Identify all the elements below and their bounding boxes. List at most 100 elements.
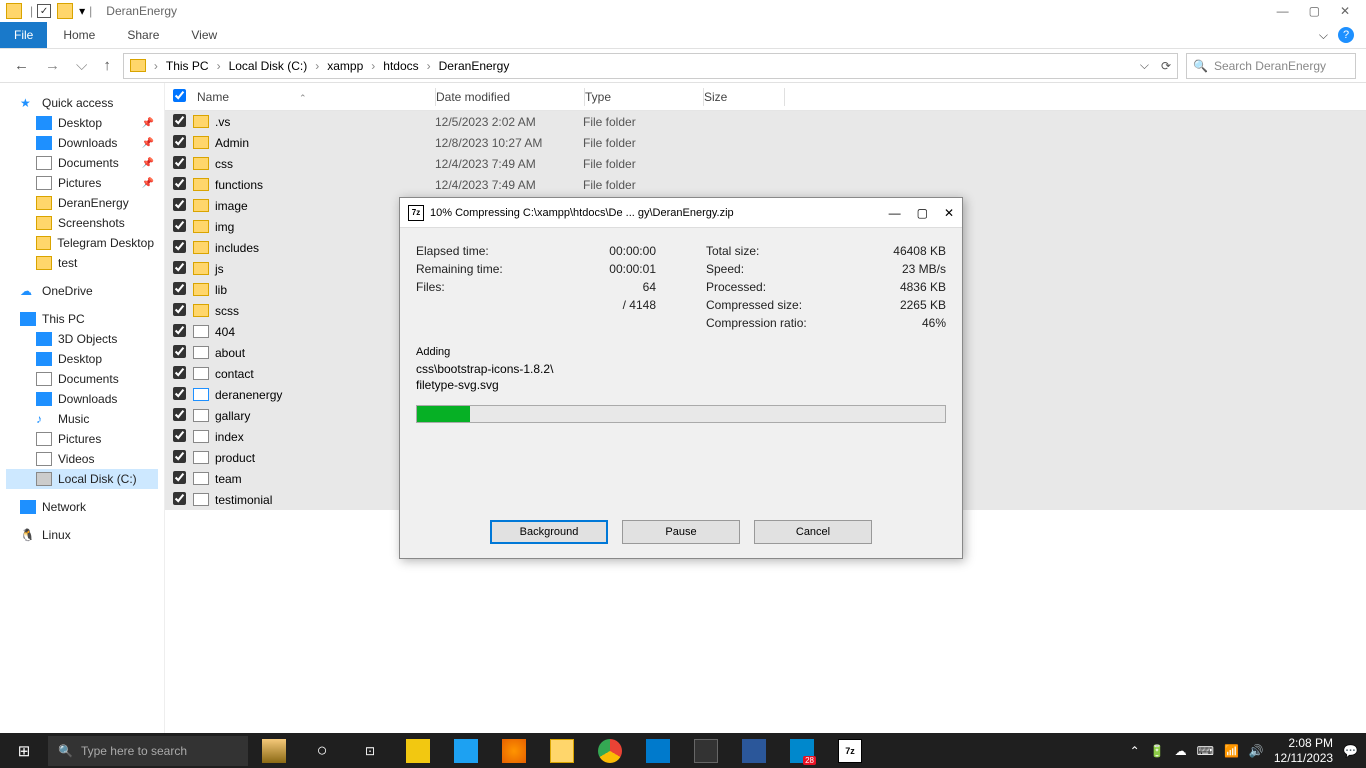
- dialog-maximize-button[interactable]: ▢: [917, 206, 928, 220]
- sidebar-item-desktop[interactable]: Desktop📌: [6, 113, 158, 133]
- crumb-item[interactable]: Local Disk (C:): [229, 59, 308, 73]
- taskbar-app[interactable]: [250, 733, 298, 768]
- taskbar-app-photos[interactable]: [682, 733, 730, 768]
- select-all-checkbox[interactable]: [173, 89, 186, 102]
- start-button[interactable]: ⊞: [0, 742, 48, 760]
- sidebar-item-downloads[interactable]: Downloads📌: [6, 133, 158, 153]
- row-checkbox[interactable]: [173, 450, 186, 463]
- search-input[interactable]: 🔍 Search DeranEnergy: [1186, 53, 1356, 79]
- taskbar-app-chrome[interactable]: [586, 733, 634, 768]
- sidebar-item-3dobjects[interactable]: 3D Objects: [6, 329, 158, 349]
- file-row[interactable]: css12/4/2023 7:49 AMFile folder: [165, 153, 1366, 174]
- maximize-button[interactable]: ▢: [1309, 4, 1320, 18]
- pause-button[interactable]: Pause: [622, 520, 740, 544]
- dialog-titlebar[interactable]: 7z 10% Compressing C:\xampp\htdocs\De ..…: [400, 198, 962, 228]
- sidebar-item-downloads2[interactable]: Downloads: [6, 389, 158, 409]
- tray-volume-icon[interactable]: 🔊: [1249, 744, 1264, 758]
- row-checkbox[interactable]: [173, 387, 186, 400]
- row-checkbox[interactable]: [173, 177, 186, 190]
- row-checkbox[interactable]: [173, 345, 186, 358]
- taskbar-app-twitter[interactable]: [442, 733, 490, 768]
- tab-view[interactable]: View: [175, 23, 233, 47]
- taskbar-app-telegram[interactable]: 28: [778, 733, 826, 768]
- file-row[interactable]: functions12/4/2023 7:49 AMFile folder: [165, 174, 1366, 195]
- crumb-item[interactable]: xampp: [327, 59, 363, 73]
- row-checkbox[interactable]: [173, 219, 186, 232]
- task-view-button[interactable]: ⊡: [346, 733, 394, 768]
- taskbar-app-firefox[interactable]: [490, 733, 538, 768]
- tray-input-icon[interactable]: ⌨: [1197, 744, 1214, 758]
- tab-home[interactable]: Home: [47, 23, 111, 47]
- tray-battery-icon[interactable]: 🔋: [1150, 744, 1165, 758]
- row-checkbox[interactable]: [173, 135, 186, 148]
- sidebar-linux[interactable]: 🐧Linux: [6, 525, 158, 545]
- sidebar-item-music[interactable]: ♪Music: [6, 409, 158, 429]
- sidebar-item-deranenergy[interactable]: DeranEnergy: [6, 193, 158, 213]
- sidebar-item-telegram[interactable]: Telegram Desktop: [6, 233, 158, 253]
- file-tab[interactable]: File: [0, 22, 47, 48]
- row-checkbox[interactable]: [173, 303, 186, 316]
- tray-clock[interactable]: 2:08 PM 12/11/2023: [1274, 736, 1333, 765]
- col-name[interactable]: Name⌃: [193, 90, 435, 104]
- chevron-right-icon[interactable]: ›: [371, 59, 375, 73]
- notifications-icon[interactable]: 💬: [1343, 744, 1358, 758]
- sidebar-onedrive[interactable]: ☁OneDrive: [6, 281, 158, 301]
- sidebar-this-pc[interactable]: This PC: [6, 309, 158, 329]
- row-checkbox[interactable]: [173, 366, 186, 379]
- file-row[interactable]: Admin12/8/2023 10:27 AMFile folder: [165, 132, 1366, 153]
- sidebar-item-documents2[interactable]: Documents: [6, 369, 158, 389]
- row-checkbox[interactable]: [173, 408, 186, 421]
- chevron-right-icon[interactable]: ›: [217, 59, 221, 73]
- row-checkbox[interactable]: [173, 261, 186, 274]
- chevron-right-icon[interactable]: ›: [315, 59, 319, 73]
- sidebar-quick-access[interactable]: ★Quick access: [6, 93, 158, 113]
- file-row[interactable]: .vs12/5/2023 2:02 AMFile folder: [165, 111, 1366, 132]
- close-button[interactable]: ✕: [1340, 4, 1350, 18]
- sidebar-network[interactable]: Network: [6, 497, 158, 517]
- taskbar-app-vscode[interactable]: [634, 733, 682, 768]
- col-size[interactable]: Size: [704, 90, 784, 104]
- qat-dropdown-icon[interactable]: ▾: [79, 4, 85, 18]
- row-checkbox[interactable]: [173, 156, 186, 169]
- taskbar-search[interactable]: 🔍Type here to search: [48, 736, 248, 766]
- chevron-right-icon[interactable]: ›: [427, 59, 431, 73]
- recent-dropdown[interactable]: ⌵: [72, 57, 91, 74]
- tray-wifi-icon[interactable]: 📶: [1224, 744, 1239, 758]
- back-button[interactable]: ←: [10, 57, 33, 74]
- sidebar-item-screenshots[interactable]: Screenshots: [6, 213, 158, 233]
- row-checkbox[interactable]: [173, 282, 186, 295]
- dialog-close-button[interactable]: ✕: [944, 206, 954, 220]
- row-checkbox[interactable]: [173, 240, 186, 253]
- minimize-button[interactable]: —: [1277, 4, 1289, 18]
- cortana-button[interactable]: ○: [298, 733, 346, 768]
- taskbar-app-7zip[interactable]: 7z: [826, 733, 874, 768]
- qat-checkbox-icon[interactable]: ✓: [37, 4, 51, 18]
- sidebar-item-pictures2[interactable]: Pictures: [6, 429, 158, 449]
- tray-onedrive-icon[interactable]: ☁: [1175, 744, 1187, 758]
- column-separator[interactable]: [784, 88, 785, 106]
- sidebar-item-videos[interactable]: Videos: [6, 449, 158, 469]
- row-checkbox[interactable]: [173, 324, 186, 337]
- taskbar-app-word[interactable]: [730, 733, 778, 768]
- tray-overflow-icon[interactable]: ⌃: [1130, 744, 1140, 758]
- row-checkbox[interactable]: [173, 471, 186, 484]
- cancel-button[interactable]: Cancel: [754, 520, 872, 544]
- sidebar-item-documents[interactable]: Documents📌: [6, 153, 158, 173]
- sidebar-item-localdisk[interactable]: Local Disk (C:): [6, 469, 158, 489]
- chevron-right-icon[interactable]: ›: [154, 59, 158, 73]
- col-type[interactable]: Type: [585, 90, 703, 104]
- row-checkbox[interactable]: [173, 429, 186, 442]
- address-dropdown-icon[interactable]: ⌵: [1140, 58, 1149, 73]
- refresh-icon[interactable]: ⟳: [1161, 59, 1171, 73]
- col-date[interactable]: Date modified: [436, 90, 584, 104]
- tab-share[interactable]: Share: [111, 23, 175, 47]
- navigation-pane[interactable]: ★Quick access Desktop📌 Downloads📌 Docume…: [0, 83, 165, 733]
- dialog-minimize-button[interactable]: —: [889, 206, 901, 220]
- crumb-item[interactable]: DeranEnergy: [439, 59, 510, 73]
- crumb-item[interactable]: This PC: [166, 59, 209, 73]
- taskbar-app-powerbi[interactable]: [394, 733, 442, 768]
- sidebar-item-pictures[interactable]: Pictures📌: [6, 173, 158, 193]
- row-checkbox[interactable]: [173, 492, 186, 505]
- ribbon-collapse-icon[interactable]: ⌵: [1319, 28, 1328, 43]
- sidebar-item-test[interactable]: test: [6, 253, 158, 273]
